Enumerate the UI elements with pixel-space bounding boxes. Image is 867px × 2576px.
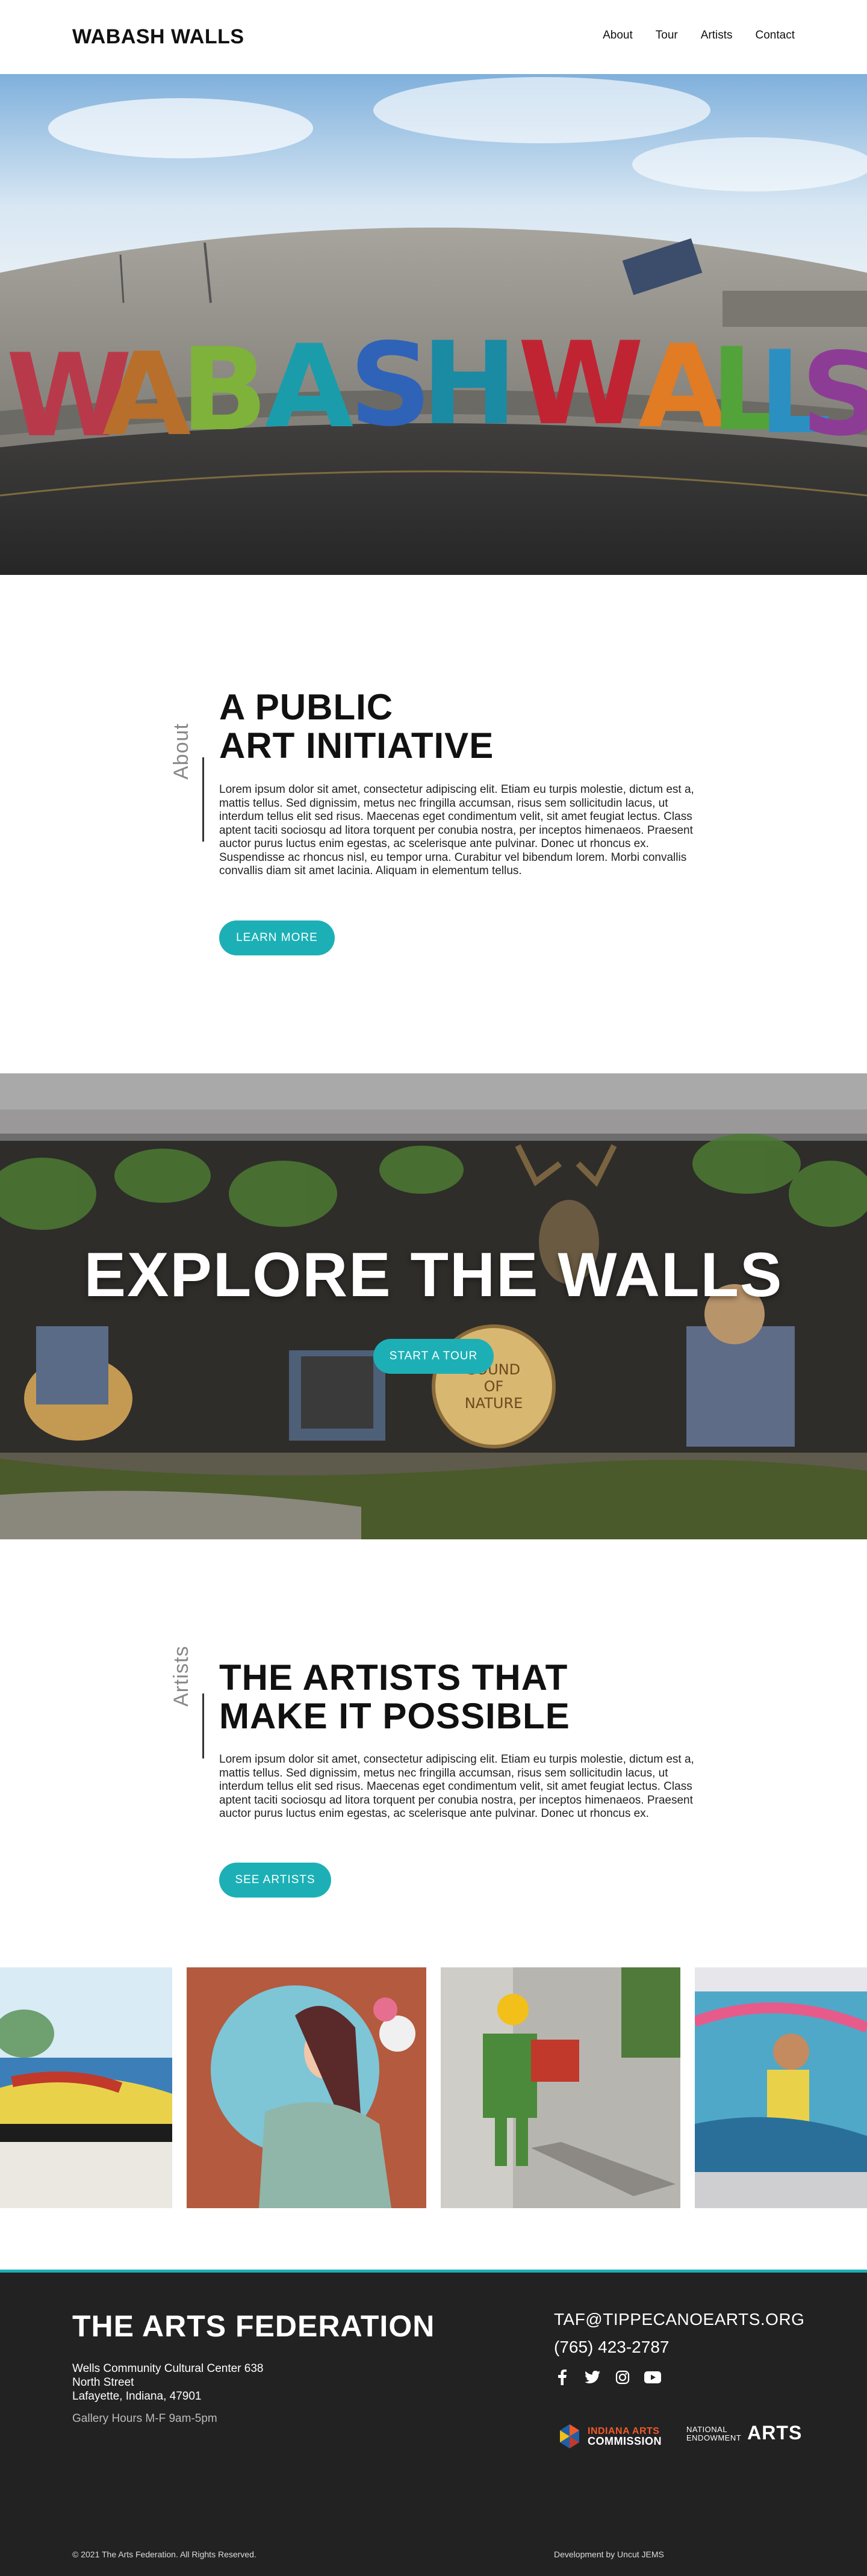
artists-body-text: Lorem ipsum dolor sit amet, consectetur … <box>219 1753 694 1820</box>
site-header: WABASH WALLS About Tour Artists Contact <box>0 0 867 74</box>
youtube-icon[interactable] <box>644 2369 661 2386</box>
svg-text:W: W <box>518 317 644 450</box>
national-endowment-arts-logo[interactable]: NATIONAL ENDOWMENT ARTS <box>686 2423 802 2442</box>
gallery-image-woman-mural[interactable] <box>187 1967 426 2208</box>
nav-link-about[interactable]: About <box>603 29 633 42</box>
address-line: Wells Community Cultural Center 638 <box>72 2362 264 2375</box>
svg-text:B: B <box>181 323 268 456</box>
artists-divider-line <box>202 1693 204 1758</box>
about-section: About A PUBLIC ART INITIATIVE Lorem ipsu… <box>0 575 867 1073</box>
gallery-image-train-mural[interactable] <box>0 1967 172 2208</box>
mural-sign-line3: NATURE <box>465 1395 523 1412</box>
nea-arts-wordmark: ARTS <box>747 2422 803 2444</box>
nav-link-artists[interactable]: Artists <box>701 29 733 42</box>
main-nav: About Tour Artists Contact <box>603 29 795 42</box>
footer-email-link[interactable]: TAF@TIPPECANOEARTS.ORG <box>554 2310 804 2329</box>
about-body-text: Lorem ipsum dolor sit amet, consectetur … <box>219 783 694 877</box>
see-artists-button[interactable]: SEE ARTISTS <box>219 1863 331 1898</box>
nea-line1: NATIONAL <box>686 2425 728 2434</box>
hero-mural-photo: W A B A S H W A L L S <box>0 74 867 575</box>
nea-line2: ENDOWMENT <box>686 2433 742 2442</box>
explore-section: SOUND OF NATURE EXPLORE THE WALLS START … <box>0 1073 867 1539</box>
artists-heading-line1: THE ARTISTS THAT <box>219 1657 568 1698</box>
artists-section: Artists THE ARTISTS THAT MAKE IT POSSIBL… <box>0 1539 867 1967</box>
about-heading-line1: A PUBLIC <box>219 687 394 727</box>
svg-text:A: A <box>265 320 353 453</box>
address-line: Lafayette, Indiana, 47901 <box>72 2390 202 2403</box>
facebook-icon[interactable] <box>554 2369 571 2386</box>
gallery-image-blue-mural[interactable] <box>695 1967 867 2208</box>
artist-gallery <box>0 1967 867 2270</box>
footer-title: THE ARTS FEDERATION <box>72 2309 435 2343</box>
copyright-text: © 2021 The Arts Federation. All Rights R… <box>72 2550 256 2559</box>
indiana-arts-commission-logo[interactable]: INDIANA ARTS COMMISSION <box>558 2423 662 2450</box>
gallery-hours: Gallery Hours M-F 9am-5pm <box>72 2412 217 2425</box>
hero-image: W A B A S H W A L L S <box>0 74 867 575</box>
svg-text:S: S <box>349 318 432 452</box>
nav-link-tour[interactable]: Tour <box>656 29 678 42</box>
indiana-arts-commission-icon <box>560 2424 579 2448</box>
about-vertical-label: About <box>170 723 193 780</box>
twitter-icon[interactable] <box>584 2369 601 2386</box>
svg-text:A: A <box>102 328 191 461</box>
svg-text:S: S <box>801 328 867 461</box>
iac-line2: COMMISSION <box>588 2435 662 2447</box>
artists-heading: THE ARTISTS THAT MAKE IT POSSIBLE <box>219 1659 570 1736</box>
about-heading: A PUBLIC ART INITIATIVE <box>219 688 494 765</box>
svg-text:H: H <box>421 317 517 450</box>
start-tour-button[interactable]: START A TOUR <box>373 1339 494 1374</box>
gallery-image-accordion-mural[interactable] <box>441 1967 680 2208</box>
footer-address: Wells Community Cultural Center 638 Nort… <box>72 2362 264 2403</box>
learn-more-button[interactable]: LEARN MORE <box>219 920 335 955</box>
explore-heading: EXPLORE THE WALLS <box>84 1240 783 1310</box>
artists-heading-line2: MAKE IT POSSIBLE <box>219 1696 570 1736</box>
instagram-icon[interactable] <box>614 2369 631 2386</box>
about-divider-line <box>202 757 204 842</box>
nav-link-contact[interactable]: Contact <box>756 29 795 42</box>
mural-sign-line2: OF <box>484 1378 504 1395</box>
site-footer: THE ARTS FEDERATION Wells Community Cult… <box>0 2270 867 2576</box>
developer-credit-link[interactable]: Development by Uncut JEMS <box>554 2550 664 2559</box>
about-heading-line2: ART INITIATIVE <box>219 725 494 766</box>
social-links <box>554 2369 661 2386</box>
address-line: North Street <box>72 2376 134 2389</box>
artists-vertical-label: Artists <box>170 1645 193 1707</box>
footer-phone-link[interactable]: (765) 423-2787 <box>554 2338 669 2357</box>
site-logo[interactable]: WABASH WALLS <box>72 25 244 49</box>
